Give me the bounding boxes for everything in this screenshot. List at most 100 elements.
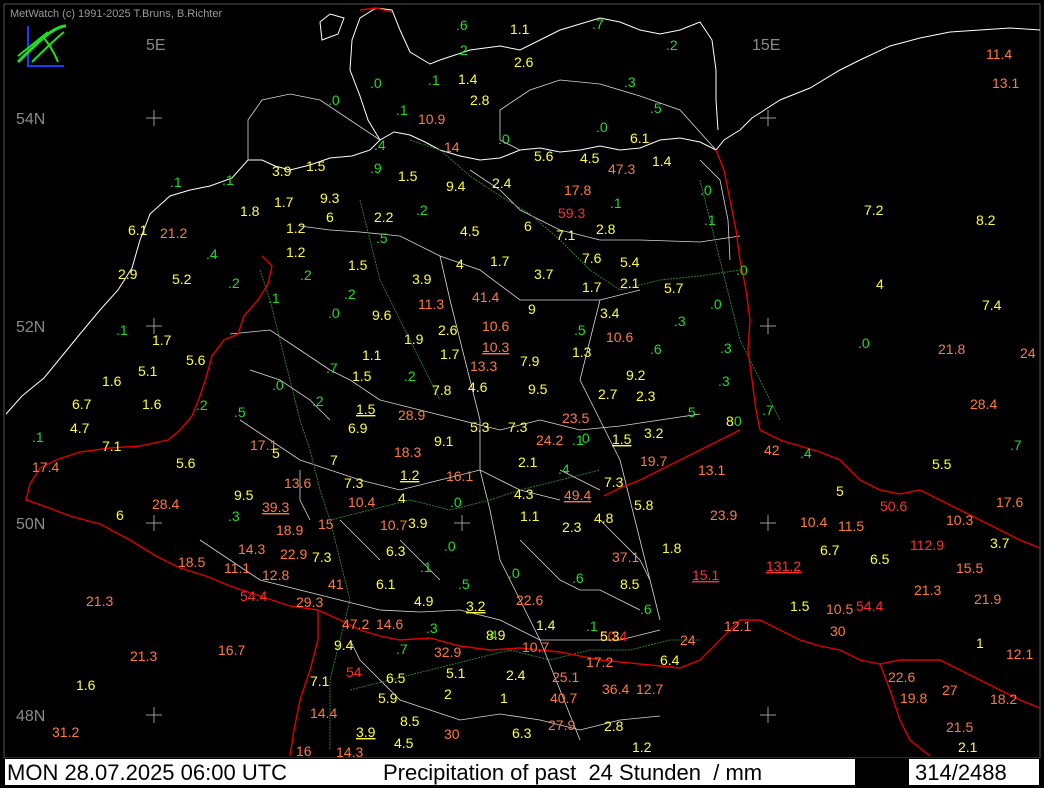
station-value: 9.4 <box>446 178 466 194</box>
station-value: .3 <box>228 508 240 524</box>
station-value: 2.4 <box>506 667 526 683</box>
station-value: .0 <box>736 262 748 278</box>
station-value: .4 <box>800 445 812 461</box>
station-value: 5.6 <box>534 148 554 164</box>
station-value: 1.2 <box>286 220 306 236</box>
status-separator <box>855 759 909 787</box>
station-value: 4.6 <box>468 379 488 395</box>
station-value: 1.4 <box>458 71 478 87</box>
station-value: 14.3 <box>238 541 265 557</box>
station-value: 2.8 <box>470 92 490 108</box>
station-value: 37.1 <box>612 549 639 565</box>
station-value: 15.5 <box>956 560 983 576</box>
station-value: .2 <box>416 202 428 218</box>
station-value: 32.9 <box>434 644 461 660</box>
station-value: .5 <box>458 576 470 592</box>
station-value: 3.9 <box>412 271 432 287</box>
station-value: 1.1 <box>510 21 530 37</box>
station-value: .0 <box>370 75 382 91</box>
station-value: .7 <box>762 402 774 418</box>
station-value: .5 <box>684 404 696 420</box>
station-value: 24 <box>680 632 696 648</box>
station-value: 7.3 <box>508 419 528 435</box>
station-value: 6 <box>524 218 532 234</box>
station-value: .0 <box>328 305 340 321</box>
station-value: 8.2 <box>976 212 996 228</box>
station-value: 5.1 <box>446 665 466 681</box>
station-value: 4.9 <box>414 593 434 609</box>
station-value: 50.6 <box>880 498 907 514</box>
station-value: 9.4 <box>334 637 354 653</box>
station-value: 17.8 <box>564 182 591 198</box>
station-value: 11.3 <box>418 296 444 312</box>
station-value: 9.5 <box>528 381 548 397</box>
station-value: .1 <box>586 618 598 634</box>
netherlands-coast <box>5 159 249 415</box>
station-value: .5 <box>234 404 246 420</box>
station-value: 7 <box>330 452 338 468</box>
plus-marker-icon <box>760 318 776 334</box>
station-value: 24.2 <box>536 432 563 448</box>
station-value: 23.5 <box>562 410 589 426</box>
station-value: .1 <box>610 195 622 211</box>
station-value: 30 <box>830 623 846 639</box>
station-value: 9.3 <box>320 190 340 206</box>
station-value: 5.4 <box>620 254 640 270</box>
station-value: 18.5 <box>178 554 205 570</box>
label-54n: 54N <box>16 111 45 128</box>
station-value: 1.4 <box>536 617 556 633</box>
station-value: .1 <box>428 72 440 88</box>
plus-marker-icon <box>146 110 162 126</box>
status-count: 314/2488 <box>915 760 1007 785</box>
station-value: 7.9 <box>520 353 540 369</box>
station-value: .7 <box>396 641 408 657</box>
station-value: .4 <box>558 461 570 477</box>
station-value: 1.7 <box>490 253 510 269</box>
station-value: 8.5 <box>620 576 640 592</box>
station-value: 8.5 <box>400 713 420 729</box>
station-value: 1.6 <box>102 373 122 389</box>
station-value: 5 <box>836 483 844 499</box>
station-value: .0 <box>858 335 870 351</box>
station-value: 11.1 <box>224 560 250 576</box>
station-value: 10.5 <box>826 601 853 617</box>
station-value: 4.3 <box>514 486 534 502</box>
station-value: .3 <box>720 340 732 356</box>
station-value: .2 <box>300 267 312 283</box>
station-value: 1.2 <box>400 467 420 483</box>
station-value: 6 <box>116 507 124 523</box>
plus-marker-icon <box>760 110 776 126</box>
station-value: 47.2 <box>342 616 369 632</box>
label-48n: 48N <box>16 708 45 725</box>
station-value: 6.3 <box>512 725 532 741</box>
station-value: .6 <box>456 17 468 33</box>
precipitation-map: 5E 15E 54N 52N 50N 48N MetWatch (c) 1991… <box>0 0 1044 788</box>
station-value: .6 <box>650 341 662 357</box>
station-value: 25.1 <box>552 669 579 685</box>
station-value: 13.1 <box>698 462 725 478</box>
station-value: .0 <box>272 377 284 393</box>
station-value: 59.3 <box>558 205 585 221</box>
station-value: 10.6 <box>606 329 633 345</box>
station-value: 13.1 <box>992 75 1019 91</box>
station-value: 2.1 <box>958 739 978 755</box>
station-value: 4 <box>398 490 406 506</box>
station-value: .1 <box>420 559 432 575</box>
metwatch-logo-icon <box>16 24 67 67</box>
station-value: 42 <box>764 442 780 458</box>
station-value: 4.7 <box>70 420 90 436</box>
station-value: 10.6 <box>482 318 509 334</box>
credit-text: MetWatch (c) 1991-2025 T.Bruns, B.Richte… <box>10 8 222 20</box>
label-50n: 50N <box>16 516 45 533</box>
station-value: 6.5 <box>870 551 890 567</box>
station-value: 6.4 <box>660 652 680 668</box>
station-value: 1.3 <box>572 344 592 360</box>
station-value: .4 <box>206 246 218 262</box>
station-value: 5.3 <box>600 628 620 644</box>
station-value: 2.1 <box>620 275 640 291</box>
station-value: 4.8 <box>594 510 614 526</box>
station-value: 5.6 <box>176 455 196 471</box>
station-value: 41.4 <box>472 289 499 305</box>
station-value: 54.4 <box>240 588 267 604</box>
station-value: .1 <box>222 172 234 188</box>
